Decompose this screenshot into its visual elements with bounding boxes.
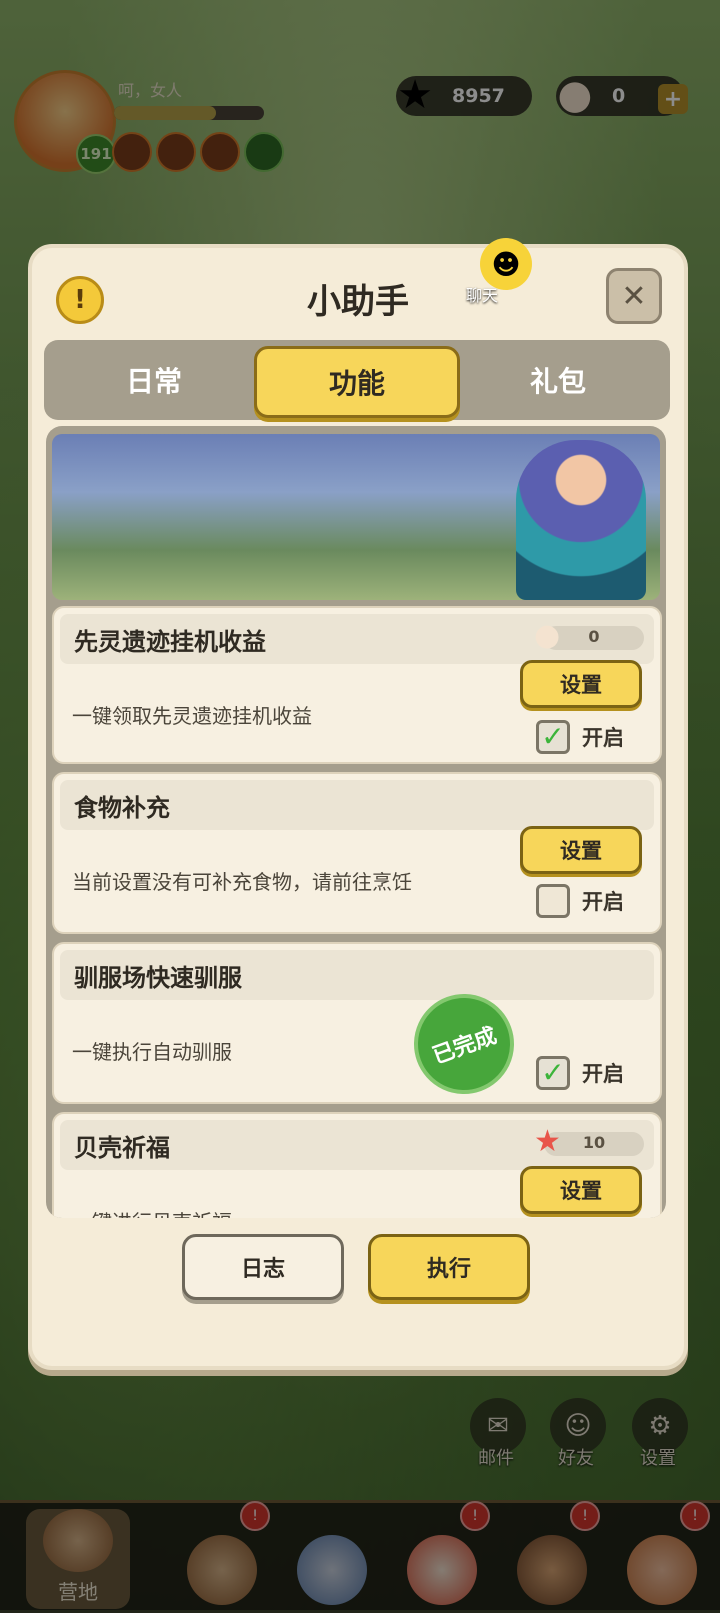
task-description: 当前设置没有可补充食物，请前往烹饪	[72, 870, 412, 894]
enable-toggle[interactable]: ✓ 开启	[536, 720, 624, 754]
check-icon: ✓	[541, 1056, 565, 1089]
execute-button[interactable]: 执行	[368, 1234, 530, 1300]
banner-image	[52, 434, 660, 600]
task-title: 驯服场快速驯服	[74, 963, 242, 992]
check-icon: ✓	[541, 720, 565, 753]
toggle-label: 开启	[582, 726, 624, 750]
task-title: 贝壳祈福	[74, 1133, 170, 1162]
enable-toggle[interactable]: ✓ 开启	[536, 1056, 624, 1090]
tab-daily[interactable]: 日常	[54, 346, 254, 414]
task-card: 先灵遗迹挂机收益 ● 0 设置 一键领取先灵遗迹挂机收益 ✓ 开启	[52, 606, 662, 764]
close-button[interactable]: ✕	[606, 268, 662, 324]
checkbox[interactable]: ✓	[536, 720, 570, 754]
tab-gift-packs[interactable]: 礼包	[458, 346, 658, 414]
task-description: 一键执行自动驯服	[72, 1040, 232, 1064]
task-description: 一键进行贝壳祈福	[72, 1206, 232, 1218]
checkbox[interactable]	[536, 884, 570, 918]
task-title: 食物补充	[74, 793, 170, 822]
assistant-dialog: ! 小助手 ☻ 聊天 ✕ 日常 功能 礼包 先灵遗迹挂机收益 ● 0 设置 一键…	[28, 238, 688, 1370]
task-card: 驯服场快速驯服 一键执行自动驯服 已完成 ✓ 开启	[52, 942, 662, 1109]
task-cost: ● 0	[534, 618, 644, 653]
task-cost-value: 10	[582, 1133, 606, 1152]
chat-label: 聊天	[466, 286, 499, 305]
log-button[interactable]: 日志	[182, 1234, 344, 1300]
chat-button[interactable]: ☻ 聊天	[456, 238, 536, 308]
task-list[interactable]: 先灵遗迹挂机收益 ● 0 设置 一键领取先灵遗迹挂机收益 ✓ 开启 食物补充 设…	[46, 426, 666, 1218]
task-cost-value: 0	[588, 627, 600, 646]
task-card: 贝壳祈福 ★ 10 设置 一键进行贝壳祈福	[52, 1112, 662, 1218]
close-icon: ✕	[621, 278, 647, 314]
toggle-label: 开启	[582, 890, 624, 914]
dialog-title: 小助手	[307, 282, 409, 322]
task-card: 食物补充 设置 当前设置没有可补充食物，请前往烹饪 开启	[52, 772, 662, 934]
task-description: 一键领取先灵遗迹挂机收益	[72, 704, 312, 728]
task-cost: ★ 10	[534, 1124, 644, 1159]
checkbox[interactable]: ✓	[536, 1056, 570, 1090]
character-portrait	[516, 440, 646, 600]
task-title: 先灵遗迹挂机收益	[74, 627, 266, 656]
toggle-label: 开启	[582, 1062, 624, 1086]
settings-button[interactable]: 设置	[520, 1166, 642, 1214]
tab-functions[interactable]: 功能	[254, 346, 460, 418]
settings-button[interactable]: 设置	[520, 660, 642, 708]
tab-bar: 日常 功能 礼包	[44, 340, 670, 420]
enable-toggle[interactable]: 开启	[536, 884, 624, 918]
settings-button[interactable]: 设置	[520, 826, 642, 874]
